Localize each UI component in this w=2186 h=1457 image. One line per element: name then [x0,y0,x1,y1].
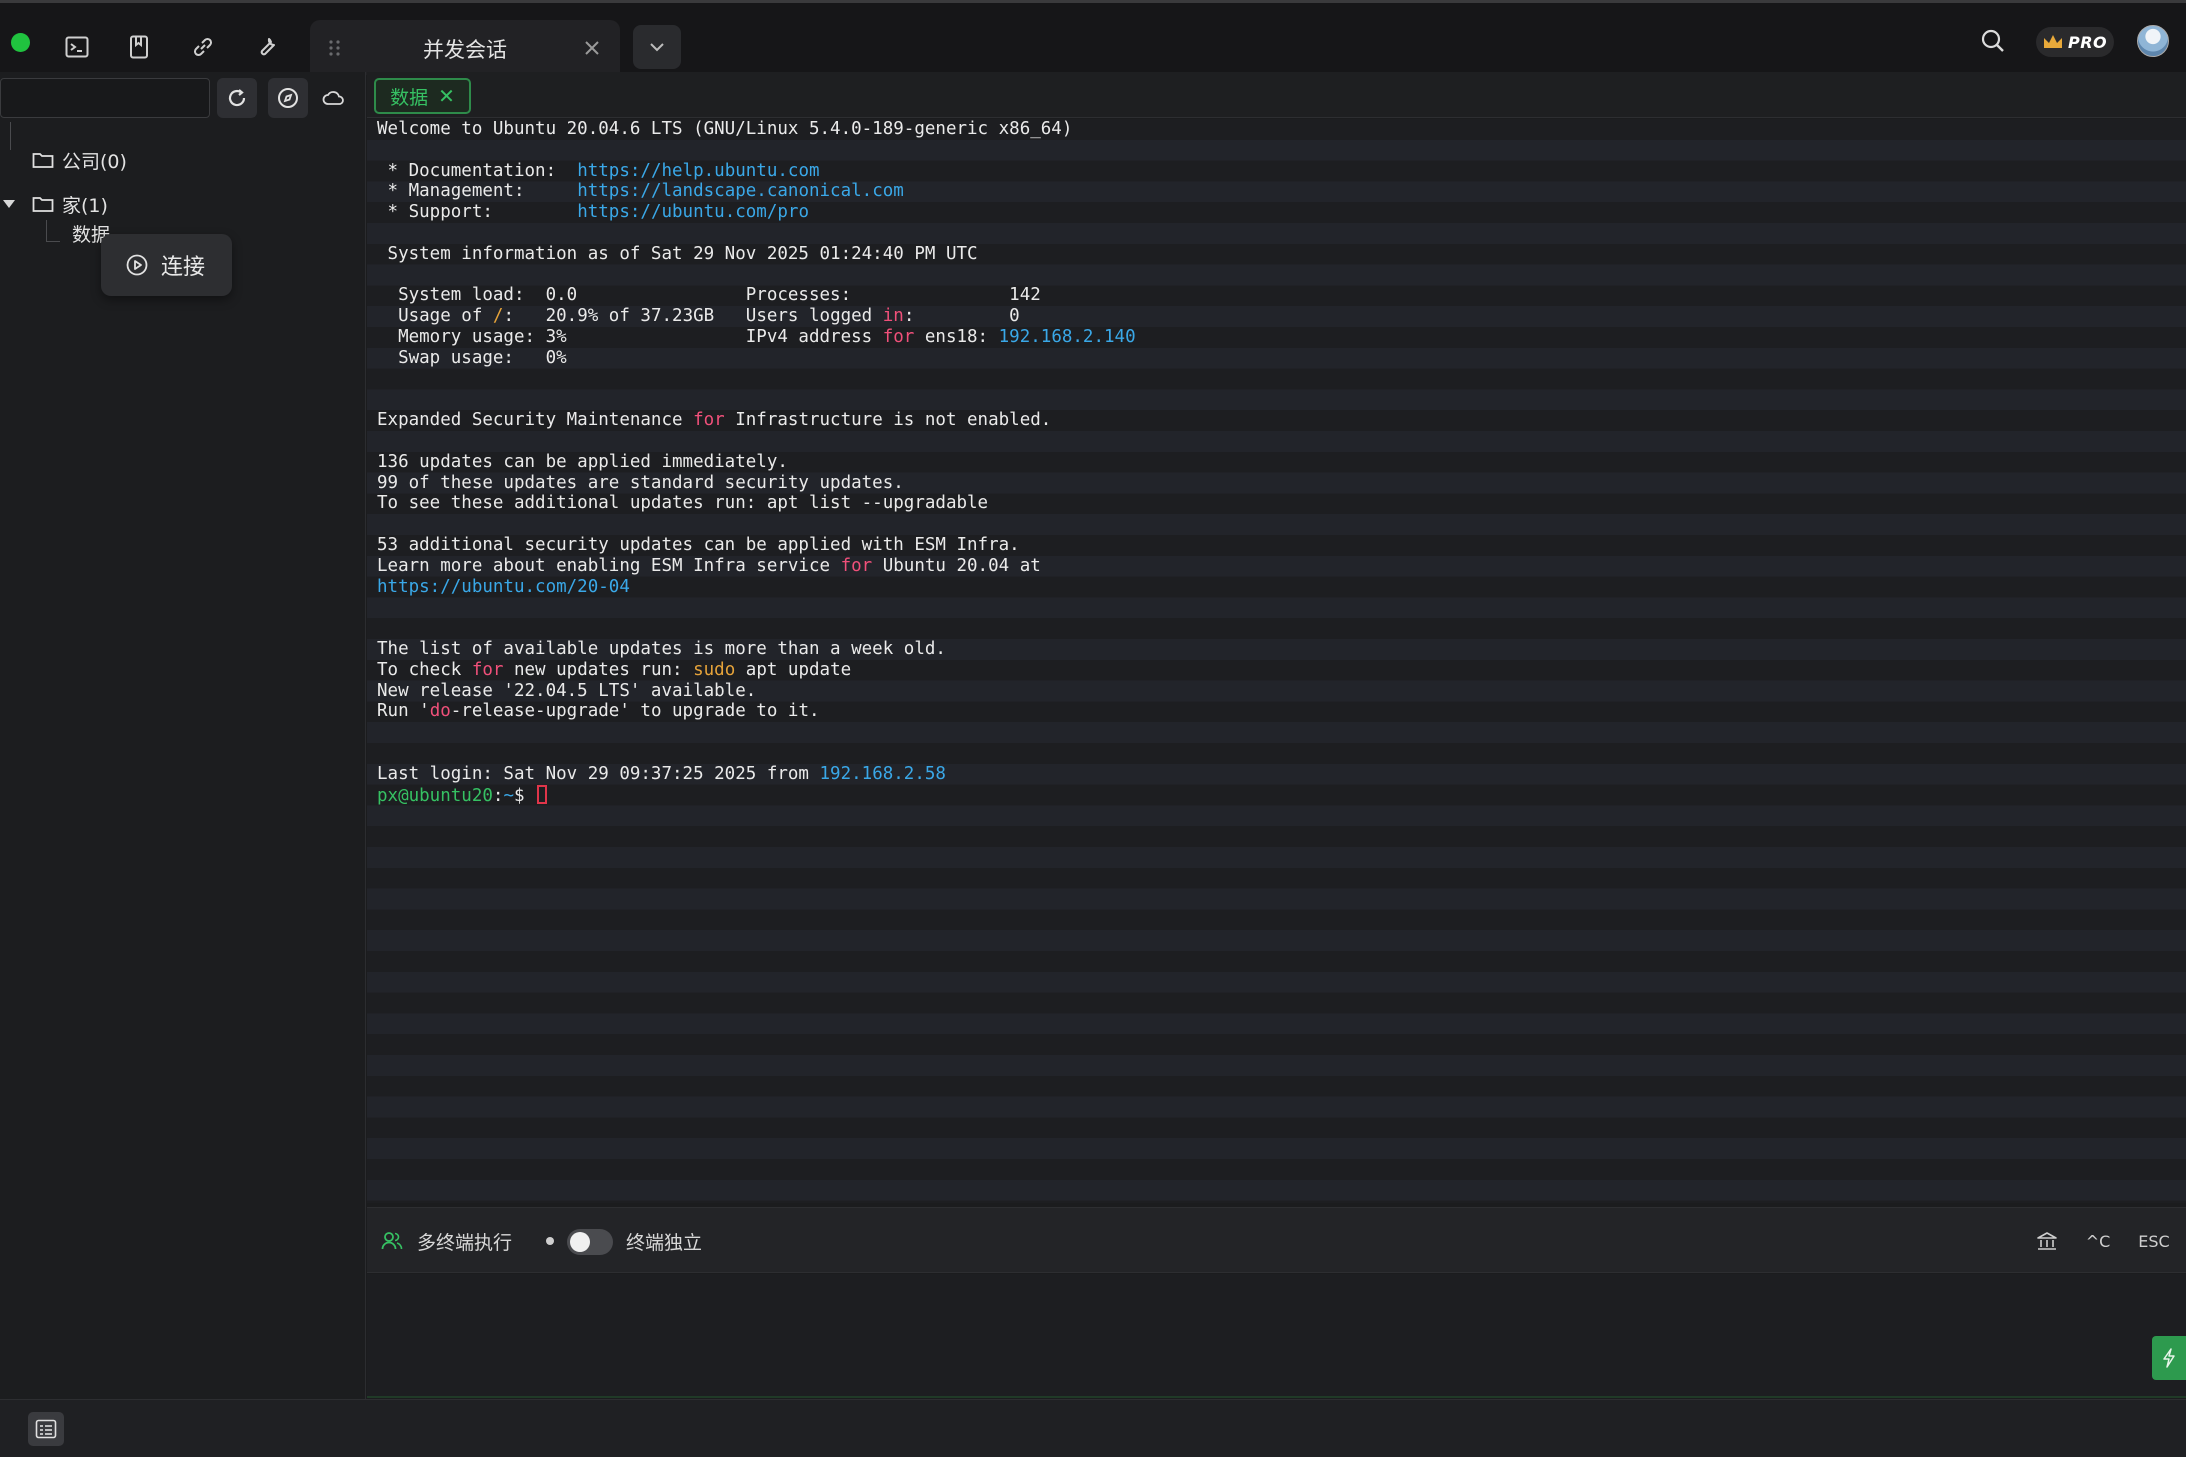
refresh-icon [228,89,246,107]
tab-title: 并发会话 [423,38,507,62]
tab-list-dropdown[interactable] [633,25,681,69]
sidebar-search-box [0,78,255,118]
command-input-area [367,1274,2186,1398]
toggle-knob [570,1232,590,1252]
search-icon[interactable] [1973,21,2013,61]
chevron-down-icon [650,43,664,52]
prompt-user-host: px@ubuntu20 [377,785,493,806]
connect-menu-item[interactable]: 连接 [101,234,232,296]
session-tab-label: 数据 [390,86,429,109]
bottom-status-bar [0,1399,2186,1457]
folder-icon [32,153,54,168]
tab-concurrent-session[interactable]: 并发会话 [310,20,620,75]
bank-icon [2037,1232,2057,1250]
play-circle-icon [126,254,148,276]
wrench-icon[interactable] [247,27,287,67]
bookmark-icon[interactable] [119,27,159,67]
tree-guide [46,241,60,242]
send-button[interactable] [2152,1336,2186,1380]
esc-button[interactable]: ESC [2129,1226,2179,1256]
pro-badge[interactable]: PRO [2036,27,2114,57]
cloud-sync-button[interactable] [314,78,354,118]
link-icon[interactable] [183,27,223,67]
lightning-icon [2163,1348,2175,1368]
tree-item-label: 家(1) [62,194,108,217]
terminal-cursor [537,784,548,804]
compass-button[interactable] [268,78,308,118]
users-icon [381,1232,403,1250]
connection-status-dot [11,33,30,52]
tree-item-label: 公司(0) [62,150,127,173]
session-tab-data[interactable]: 数据 ✕ [374,78,471,114]
multi-exec-label: 多终端执行 [417,1231,513,1254]
title-bar: 并发会话 PRO [0,0,2186,75]
sidebar: 公司(0) 家(1) 数据 连接 [0,72,366,1399]
close-icon[interactable]: ✕ [438,86,455,106]
avatar[interactable] [2137,25,2169,57]
close-icon[interactable] [582,38,602,58]
list-panel-icon [35,1419,57,1439]
terminal-text: Welcome to Ubuntu 20.04.6 LTS (GNU/Linux… [377,119,1136,806]
multi-terminal-exec-bar: 多终端执行 终端独立 ^C ESC [367,1207,2186,1273]
command-input[interactable] [367,1274,2186,1396]
bank-button[interactable] [2030,1226,2064,1256]
terminal-output[interactable]: Welcome to Ubuntu 20.04.6 LTS (GNU/Linux… [367,119,2186,1203]
connect-label: 连接 [161,255,206,280]
refresh-button[interactable] [217,78,257,118]
tree-item-company[interactable]: 公司(0) [0,142,127,178]
pro-label: PRO [2068,32,2108,52]
search-input[interactable] [1,79,234,117]
crown-icon [2044,35,2062,48]
session-tab-bar: 数据 ✕ [367,72,2186,118]
independent-label: 终端独立 [626,1231,703,1254]
panel-toggle-button[interactable] [28,1412,64,1446]
compass-icon [278,88,298,108]
tree-guide [46,220,47,242]
multi-exec-control[interactable]: 多终端执行 [381,1208,512,1274]
folder-icon [32,197,54,212]
terminal-icon[interactable] [57,27,97,67]
independent-toggle[interactable] [567,1229,613,1255]
caret-down-icon[interactable] [0,195,18,213]
ctrl-c-button[interactable]: ^C [2079,1226,2117,1256]
cloud-icon [322,91,344,105]
status-bullet [546,1208,554,1274]
prompt-path: ~ [503,785,514,806]
